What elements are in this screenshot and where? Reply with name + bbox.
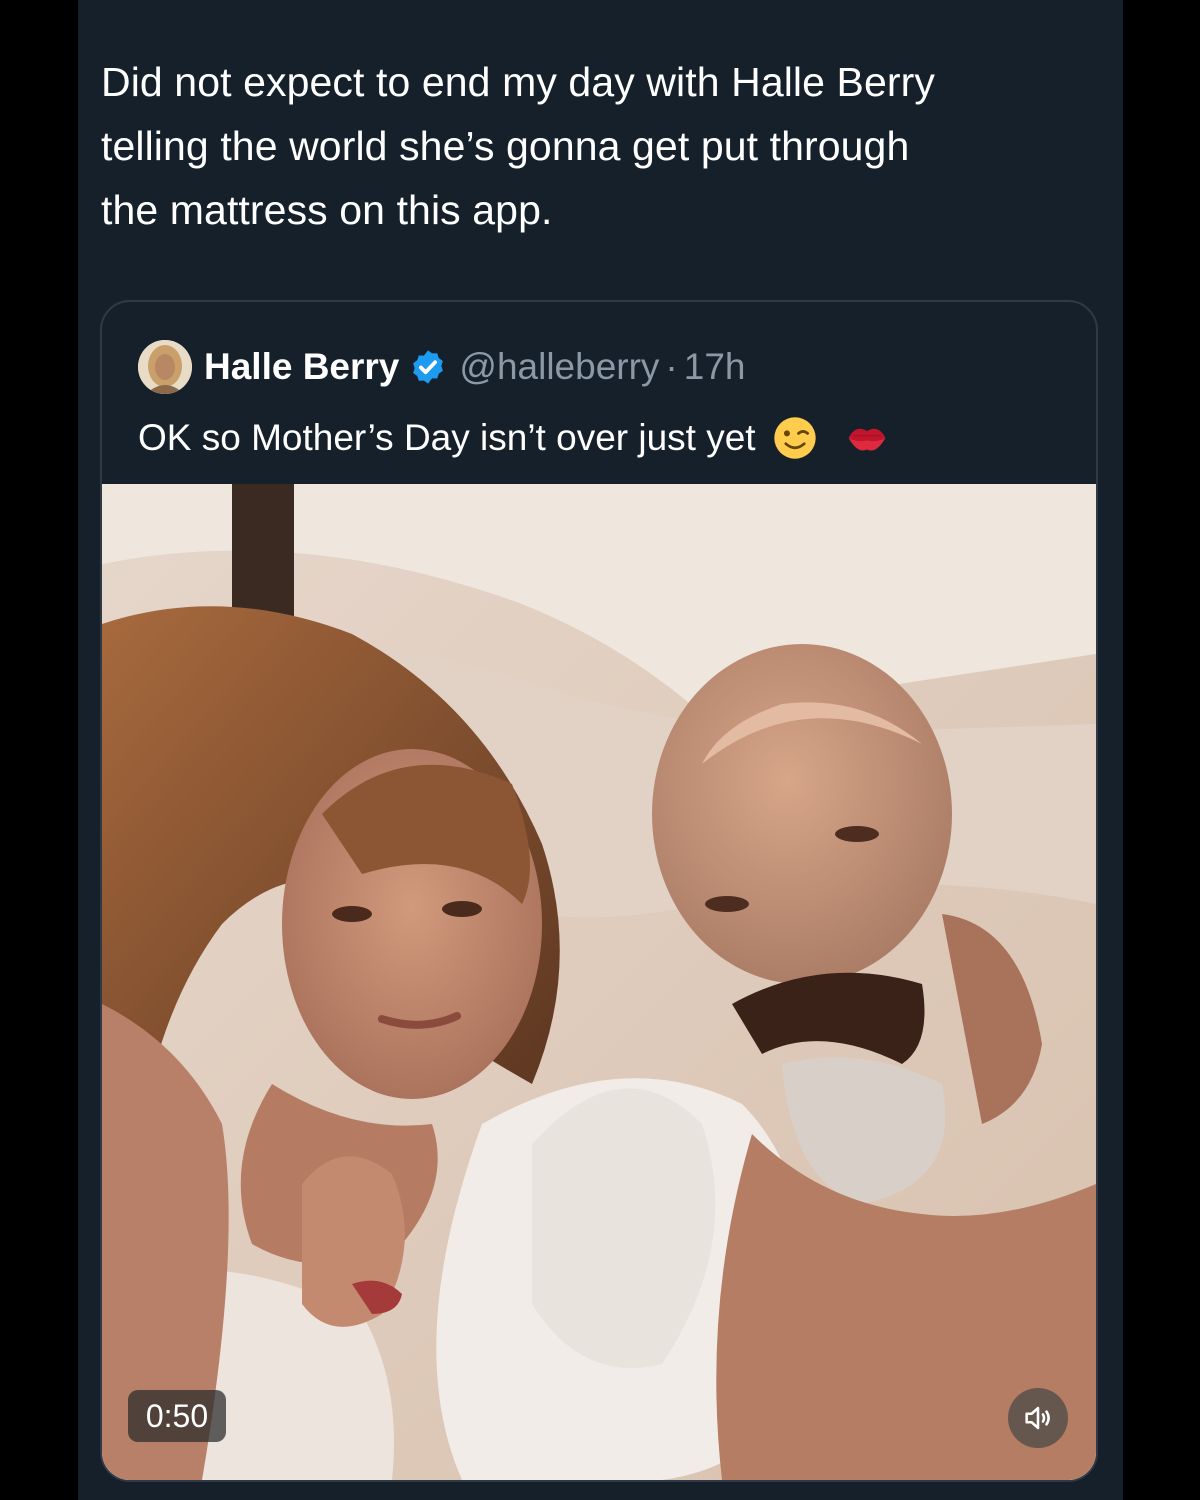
handle[interactable]: @halleberry bbox=[459, 346, 659, 388]
tweet-text-line: the mattress on this app. bbox=[101, 187, 553, 233]
tweet-text-line: Did not expect to end my day with Halle … bbox=[101, 59, 935, 105]
quoted-tweet-body: OK so Mother’s Day isn’t over just yet bbox=[138, 417, 756, 458]
quoted-tweet-card[interactable]: Halle Berry @halleberry · 17h OK so Moth… bbox=[100, 300, 1098, 1482]
quoted-tweet-header: Halle Berry @halleberry · 17h bbox=[138, 340, 745, 394]
video-duration-badge: 0:50 bbox=[128, 1390, 226, 1442]
separator-dot: · bbox=[665, 346, 678, 387]
speaker-muted-icon bbox=[1025, 1406, 1050, 1430]
quoted-tweet-text: OK so Mother’s Day isn’t over just yet bbox=[138, 410, 890, 466]
tweet-text-line: telling the world she’s gonna get put th… bbox=[101, 123, 910, 169]
timestamp[interactable]: 17h bbox=[684, 346, 746, 388]
winking-face-icon bbox=[773, 417, 816, 459]
mute-toggle-button[interactable] bbox=[1008, 1388, 1068, 1448]
display-name[interactable]: Halle Berry bbox=[204, 346, 399, 388]
video-frame bbox=[102, 484, 1096, 1480]
kiss-mark-icon bbox=[848, 428, 885, 451]
tweet-text: Did not expect to end my day with Halle … bbox=[101, 50, 1101, 242]
video-player[interactable]: 0:50 bbox=[102, 484, 1096, 1480]
avatar[interactable] bbox=[138, 340, 192, 394]
verified-badge-icon bbox=[413, 350, 444, 384]
tweet-screenshot: Did not expect to end my day with Halle … bbox=[78, 0, 1123, 1500]
